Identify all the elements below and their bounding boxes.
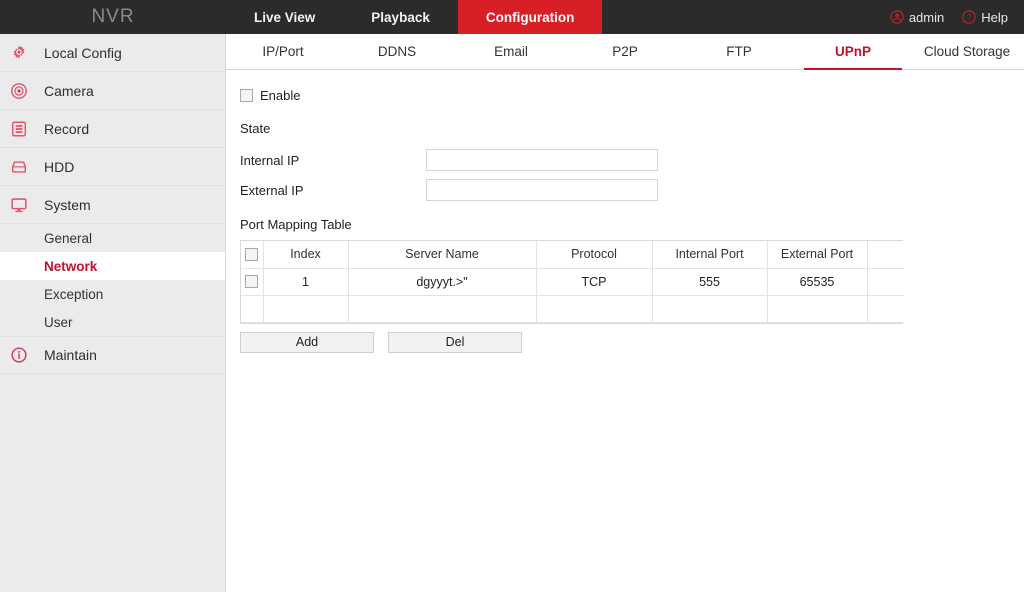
port-mapping-table-title: Port Mapping Table <box>240 217 352 232</box>
help-icon: ? <box>962 10 976 24</box>
monitor-icon <box>8 194 30 216</box>
table-row[interactable]: 1 dgyyyt.>" TCP 555 65535 <box>241 268 904 296</box>
empty-cell <box>536 295 653 323</box>
row-select-cell <box>241 268 264 296</box>
sidebar-item-camera[interactable]: Camera <box>0 72 225 110</box>
tab-ddns[interactable]: DDNS <box>340 34 454 69</box>
sidebar-item-local-config[interactable]: Local Config <box>0 34 225 72</box>
sidebar-item-label: Camera <box>44 82 94 99</box>
help-menu[interactable]: ? Help <box>956 0 1014 34</box>
tab-upnp[interactable]: UPnP <box>796 34 910 70</box>
cell-server-name: dgyyyt.>" <box>348 268 537 296</box>
column-header-internal-port: Internal Port <box>652 241 768 269</box>
tab-cloud-storage[interactable]: Cloud Storage <box>910 34 1024 69</box>
sidebar-subitem-exception[interactable]: Exception <box>0 280 225 308</box>
sidebar-item-system[interactable]: System <box>0 186 225 224</box>
enable-row: Enable <box>240 88 1024 103</box>
header-right-group: admin ? Help <box>884 0 1024 34</box>
sidebar-item-maintain[interactable]: Maintain <box>0 336 225 374</box>
account-label: admin <box>908 9 945 25</box>
empty-cell <box>867 295 904 323</box>
sidebar-subitem-network[interactable]: Network <box>0 252 225 280</box>
sidebar-item-label: Maintain <box>44 347 97 363</box>
cell-end <box>867 268 904 296</box>
tab-email[interactable]: Email <box>454 34 568 69</box>
account-menu[interactable]: admin <box>884 0 950 34</box>
empty-cell <box>652 295 768 323</box>
cell-external-port: 65535 <box>767 268 868 296</box>
info-icon <box>8 344 30 366</box>
select-all-header <box>241 241 264 269</box>
table-header-row: Index Server Name Protocol Internal Port… <box>241 241 904 269</box>
column-header-end <box>867 241 904 269</box>
state-row: State <box>240 117 1024 139</box>
config-tab-strip: IP/Port DDNS Email P2P FTP UPnP Cloud St… <box>226 34 1024 70</box>
add-button[interactable]: Add <box>240 331 374 353</box>
nav-item-playback[interactable]: Playback <box>343 0 458 34</box>
external-ip-input[interactable] <box>426 179 658 201</box>
camera-icon <box>8 80 30 102</box>
nav-item-configuration[interactable]: Configuration <box>457 0 603 34</box>
column-header-protocol: Protocol <box>536 241 653 269</box>
sidebar-item-label: Local Config <box>44 44 122 61</box>
cell-index: 1 <box>263 268 349 296</box>
sidebar-subitem-user[interactable]: User <box>0 308 225 336</box>
column-header-external-port: External Port <box>767 241 868 269</box>
internal-ip-label: Internal IP <box>240 152 300 168</box>
enable-checkbox[interactable] <box>240 89 253 102</box>
app-logo: NVR <box>91 6 135 27</box>
table-empty-area <box>241 295 904 323</box>
external-ip-row: External IP <box>240 179 1024 201</box>
internal-ip-input[interactable] <box>426 149 658 171</box>
nav-item-live-view[interactable]: Live View <box>226 0 343 34</box>
tab-ip-port[interactable]: IP/Port <box>226 34 340 69</box>
upnp-settings-panel: Enable State Internal IP External IP Por… <box>226 70 1024 592</box>
internal-ip-row: Internal IP <box>240 149 1024 171</box>
column-header-index: Index <box>263 241 349 269</box>
help-label: Help <box>981 9 1008 25</box>
tab-p2p[interactable]: P2P <box>568 34 682 69</box>
user-icon <box>890 10 904 24</box>
empty-cell <box>767 295 868 323</box>
main-nav: Live View Playback Configuration <box>226 0 603 34</box>
svg-text:?: ? <box>967 13 972 22</box>
sidebar-subitem-general[interactable]: General <box>0 224 225 252</box>
sidebar-item-label: HDD <box>44 158 75 175</box>
gear-icon <box>8 42 30 64</box>
column-header-server-name: Server Name <box>348 241 537 269</box>
sidebar-item-record[interactable]: Record <box>0 110 225 148</box>
cell-internal-port: 555 <box>652 268 768 296</box>
empty-cell <box>241 295 264 323</box>
external-ip-label: External IP <box>240 182 304 198</box>
tab-ftp[interactable]: FTP <box>682 34 796 69</box>
state-label: State <box>240 120 271 136</box>
port-mapping-table: Index Server Name Protocol Internal Port… <box>240 240 904 324</box>
cell-protocol: TCP <box>536 268 653 296</box>
enable-label: Enable <box>260 88 301 103</box>
sidebar-item-hdd[interactable]: HDD <box>0 148 225 186</box>
empty-cell <box>263 295 349 323</box>
empty-cell <box>348 295 537 323</box>
select-all-checkbox[interactable] <box>245 247 259 261</box>
table-actions: Add Del <box>240 331 1024 353</box>
sidebar: Local Config Camera Record HDD System Ge… <box>0 34 226 592</box>
row-select-checkbox[interactable] <box>245 275 259 288</box>
sidebar-item-label: System <box>44 196 91 213</box>
hdd-icon <box>8 156 30 178</box>
top-header-bar: NVR Live View Playback Configuration adm… <box>0 0 1024 34</box>
sidebar-item-label: Record <box>44 120 90 137</box>
del-button[interactable]: Del <box>388 331 522 353</box>
record-icon <box>8 118 30 140</box>
